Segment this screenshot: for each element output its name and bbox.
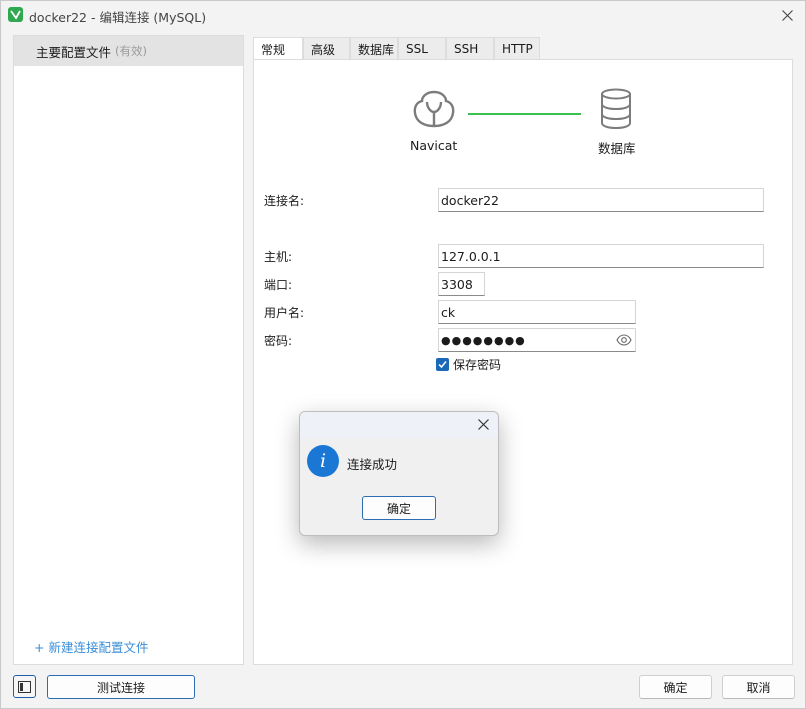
database-icon (601, 88, 631, 130)
tab-ssl[interactable]: SSL (398, 37, 446, 60)
new-profile-link[interactable]: + 新建连接配置文件 (34, 637, 148, 656)
sidebar-panel-icon (18, 680, 31, 693)
tab-ssh[interactable]: SSH (446, 37, 494, 60)
connection-line (468, 113, 581, 115)
window-title: docker22 - 编辑连接 (MySQL) (29, 10, 207, 25)
save-password-row[interactable]: 保存密码 (436, 356, 501, 373)
connection-window: docker22 - 编辑连接 (MySQL) 主要配置文件 (有效) + 新建… (0, 0, 806, 709)
password-field[interactable]: ●●●●●●●● (438, 328, 636, 352)
connection-success-dialog: i 连接成功 确定 (299, 411, 499, 536)
port-label: 端口: (264, 278, 293, 292)
info-icon: i (307, 445, 339, 477)
username-label: 用户名: (264, 306, 305, 320)
save-password-label: 保存密码 (453, 358, 502, 372)
show-password-eye-icon[interactable] (616, 333, 632, 347)
tab-bar: 常规 高级 数据库 SSL SSH HTTP (253, 37, 540, 61)
tab-http[interactable]: HTTP (494, 37, 540, 60)
connection-diagram: Navicat 数据库 (254, 60, 792, 160)
window-close-button[interactable] (777, 5, 797, 25)
profile-name: 主要配置文件 (36, 44, 112, 60)
username-field[interactable]: ck (438, 300, 636, 324)
navicat-label: Navicat (410, 138, 458, 153)
connection-name-label: 连接名: (264, 194, 305, 208)
tab-advanced[interactable]: 高级 (303, 37, 350, 60)
general-settings-panel: Navicat 数据库 连接名: docker22 主机: 127.0.0.1 … (253, 59, 793, 665)
profile-list-panel: 主要配置文件 (有效) + 新建连接配置文件 (13, 35, 244, 665)
close-icon (477, 418, 489, 430)
dialog-header (300, 412, 498, 438)
dialog-message: 连接成功 (347, 457, 398, 472)
ok-button[interactable]: 确定 (639, 675, 712, 699)
database-label: 数据库 (598, 141, 636, 156)
cancel-button[interactable]: 取消 (722, 675, 795, 699)
port-field[interactable]: 3308 (438, 272, 485, 296)
dialog-ok-button[interactable]: 确定 (362, 496, 436, 520)
navicat-logo-icon (413, 90, 455, 128)
host-field[interactable]: 127.0.0.1 (438, 244, 764, 268)
tab-database[interactable]: 数据库 (350, 37, 398, 60)
dialog-close-button[interactable] (474, 415, 492, 433)
connection-name-field[interactable]: docker22 (438, 188, 764, 212)
host-label: 主机: (264, 250, 293, 264)
title-bar: docker22 - 编辑连接 (MySQL) (1, 1, 805, 28)
profile-item-main[interactable]: 主要配置文件 (有效) (14, 36, 243, 66)
close-icon (781, 9, 793, 21)
password-mask: ●●●●●●●● (441, 333, 526, 347)
checkmark-icon (438, 361, 447, 369)
navicat-app-icon (8, 7, 23, 22)
test-connection-button[interactable]: 测试连接 (47, 675, 195, 699)
profile-status: (有效) (115, 44, 147, 58)
save-password-checkbox[interactable] (436, 358, 449, 371)
password-label: 密码: (264, 334, 293, 348)
tab-general[interactable]: 常规 (253, 37, 303, 61)
sidebar-toggle-button[interactable] (13, 675, 36, 698)
